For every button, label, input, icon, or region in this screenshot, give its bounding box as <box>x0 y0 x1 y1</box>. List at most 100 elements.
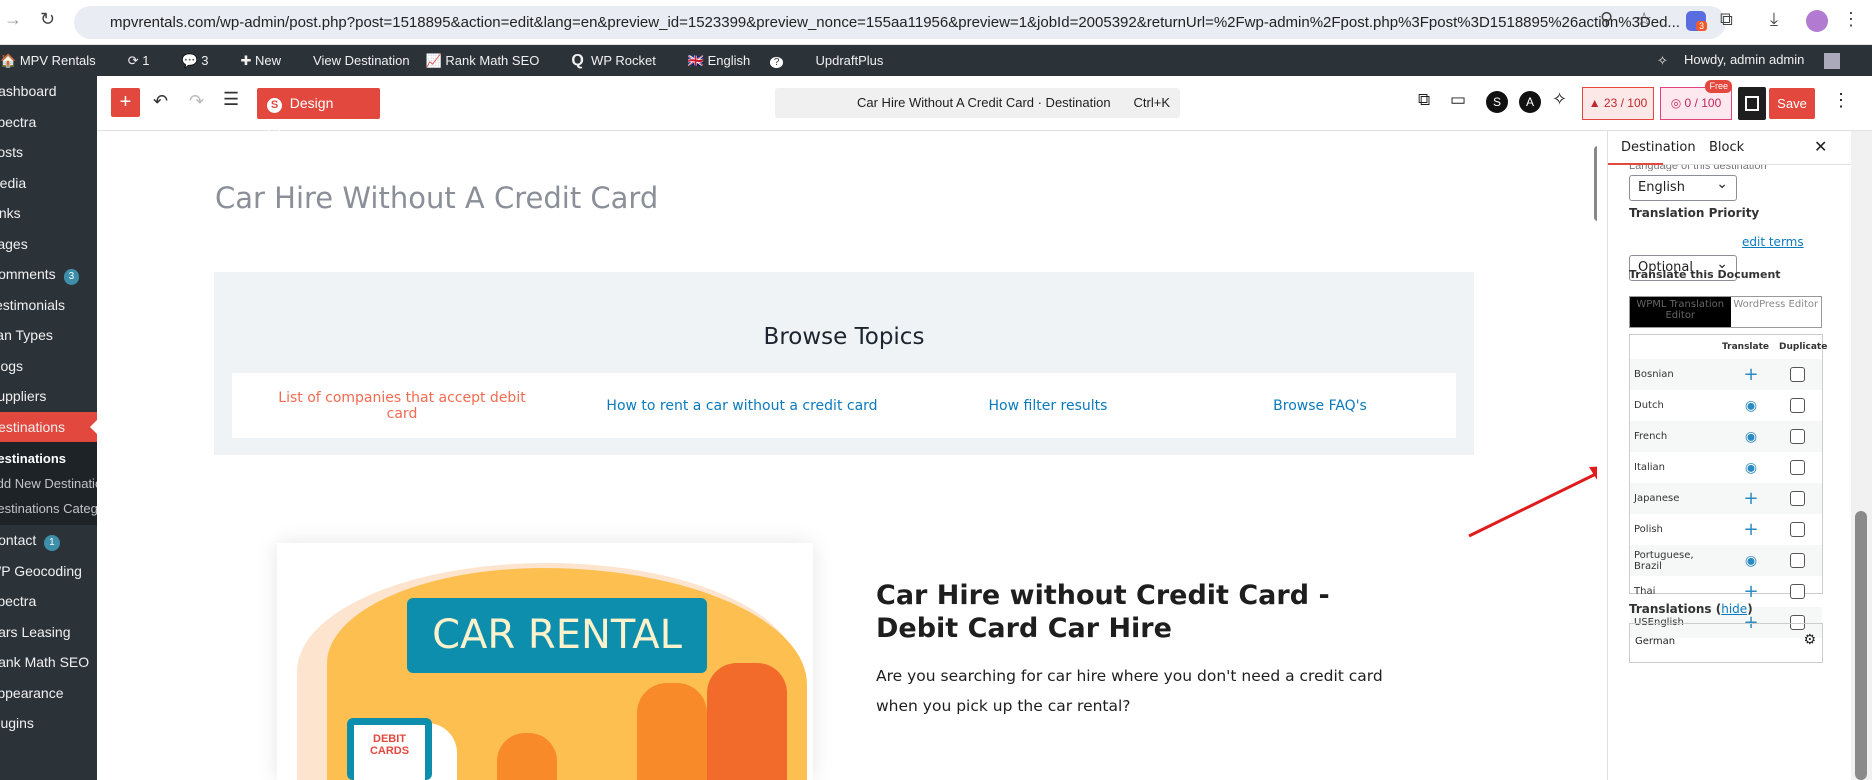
duplicate-checkbox[interactable] <box>1790 491 1805 506</box>
sidebar-item-blogs[interactable]: Blogs <box>0 351 97 382</box>
duplicate-checkbox[interactable] <box>1790 398 1805 413</box>
extension-icon[interactable]: 3 <box>1686 11 1708 31</box>
admin-sidebar: Dashboard Spectra Posts Media Links Pages Comm… <box>0 76 97 780</box>
forward-icon[interactable]: → <box>4 9 22 30</box>
topic-link[interactable]: Browse FAQ's <box>1184 398 1456 414</box>
page-scrollbar[interactable] <box>1851 131 1872 780</box>
eye-icon[interactable]: ◉ <box>1745 398 1757 414</box>
sidebar-item-cars-leasing[interactable]: Cars Leasing <box>0 617 97 648</box>
preview-device-icon[interactable]: ▭ <box>1450 90 1466 110</box>
updraftplus-link[interactable]: UpdraftPlus <box>815 53 883 68</box>
sidebar-item-wp-geocoding[interactable]: WP Geocoding <box>0 556 97 587</box>
sidebar-item-spectra[interactable]: Spectra <box>0 107 97 138</box>
sidebar-item-media[interactable]: Media <box>0 168 97 199</box>
options-icon[interactable]: ⋮ <box>1832 90 1850 111</box>
sidebar-item-appearance[interactable]: Appearance <box>0 678 97 709</box>
add-translation-icon[interactable]: + <box>1743 364 1758 385</box>
language-switcher[interactable]: 🇬🇧 English ? <box>688 53 800 69</box>
language-select[interactable]: English <box>1629 172 1737 201</box>
duplicate-checkbox[interactable] <box>1790 367 1805 382</box>
sidebar-item-destinations[interactable]: Destinations <box>0 411 97 442</box>
save-button[interactable]: Save <box>1769 88 1815 119</box>
eye-icon[interactable]: ◉ <box>1745 460 1757 476</box>
view-post-icon[interactable]: ⧉ <box>1418 90 1430 110</box>
submenu-destinations[interactable]: Destinations <box>0 446 97 471</box>
new-link[interactable]: ✚ New <box>240 53 297 69</box>
sidebar-item-spectra[interactable]: Spectra <box>0 586 97 617</box>
topic-link[interactable]: How filter results <box>912 398 1184 414</box>
tab-block[interactable]: Block <box>1709 140 1744 155</box>
updates-link[interactable]: ⟳ 1 <box>128 53 166 69</box>
duplicate-checkbox[interactable] <box>1790 522 1805 537</box>
comments-link[interactable]: 💬 3 <box>181 53 224 69</box>
canvas-scrollbar[interactable] <box>1594 146 1597 221</box>
download-icon[interactable]: ⤓ <box>1770 9 1778 30</box>
car-rental-image[interactable]: CAR RENTAL DEBIT CARDS <box>277 543 813 780</box>
document-overview-icon[interactable]: ☰ <box>223 89 239 110</box>
sidebar-item-plugins[interactable]: Plugins <box>0 708 97 739</box>
astra-icon[interactable]: A <box>1519 91 1541 113</box>
sidebar-item-label: Van Types <box>0 327 53 343</box>
language-name: Japanese <box>1634 493 1680 504</box>
ai-score-button[interactable]: ◎ 0 / 100 Free <box>1660 80 1732 120</box>
ai-sparkle-icon[interactable]: ✧ <box>1552 89 1567 110</box>
wp-admin-bar: 🏠 MPV Rentals ⟳ 1 💬 3 ✚ New View Destina… <box>0 45 1872 76</box>
close-icon[interactable]: ✕ <box>1814 137 1827 156</box>
undo-icon[interactable]: ↶ <box>153 91 168 112</box>
sidebar-item-posts[interactable]: Posts <box>0 137 97 168</box>
wp-rocket-link[interactable]: Q WP Rocket <box>571 52 671 70</box>
sidebar-item-contact[interactable]: Contact 1 <box>0 525 97 556</box>
zoom-icon[interactable]: ⚲ <box>1600 9 1613 30</box>
add-translation-icon[interactable]: + <box>1743 519 1758 540</box>
site-link[interactable]: 🏠 MPV Rentals <box>0 53 112 69</box>
topic-link[interactable]: How to rent a car without a credit card <box>572 398 912 414</box>
command-center[interactable]: Car Hire Without A Credit Card · Destina… <box>775 88 1180 118</box>
sparkle-icon[interactable]: ✧ <box>1657 53 1668 69</box>
sidebar-item-suppliers[interactable]: Suppliers <box>0 381 97 412</box>
extensions-puzzle-icon[interactable]: ⧉ <box>1720 9 1733 30</box>
sidebar-item-van-types[interactable]: Van Types <box>0 320 97 351</box>
design-library-button[interactable]: S Design Library <box>257 88 380 142</box>
sidebar-item-testimonials[interactable]: Testimonials <box>0 290 97 321</box>
wordpress-editor-option[interactable]: WordPress Editor <box>1731 297 1821 327</box>
post-title[interactable]: Car Hire Without A Credit Card <box>215 181 658 215</box>
sidebar-item-links[interactable]: Links <box>0 198 97 229</box>
add-translation-icon[interactable]: + <box>1743 488 1758 509</box>
wpml-editor-option[interactable]: WPML Translation Editor <box>1630 297 1731 327</box>
duplicate-checkbox[interactable] <box>1790 460 1805 475</box>
add-translation-icon[interactable]: + <box>1743 581 1758 602</box>
duplicate-checkbox[interactable] <box>1790 553 1805 568</box>
section-heading[interactable]: Car Hire without Credit Card - Debit Car… <box>876 579 1346 645</box>
address-bar[interactable]: mpvrentals.com/wp-admin/post.php?post=15… <box>74 6 1726 39</box>
redo-icon[interactable]: ↷ <box>189 91 204 112</box>
settings-sidebar-toggle[interactable] <box>1738 87 1766 120</box>
rankmath-link[interactable]: 📈 Rank Math SEO <box>426 53 556 69</box>
reload-icon[interactable]: ↻ <box>40 9 55 30</box>
menu-icon[interactable]: ⋮ <box>1842 9 1860 30</box>
command-title: Car Hire Without A Credit Card · Destina… <box>857 95 1111 110</box>
hide-link[interactable]: hide <box>1721 602 1747 616</box>
eye-icon[interactable]: ◉ <box>1745 553 1757 569</box>
duplicate-checkbox[interactable] <box>1790 584 1805 599</box>
eye-icon[interactable]: ◉ <box>1745 429 1757 445</box>
tab-destination[interactable]: Destination <box>1621 140 1696 155</box>
sidebar-item-pages[interactable]: Pages <box>0 229 97 260</box>
language-row: Bosnian + <box>1630 359 1822 390</box>
rank-math-score-button[interactable]: ▲ 23 / 100 <box>1582 87 1654 120</box>
submenu-add-new-destination[interactable]: Add New Destination <box>0 471 97 496</box>
profile-avatar[interactable] <box>1806 10 1828 32</box>
sidebar-item-rank-math-seo[interactable]: Rank Math SEO <box>0 647 97 678</box>
gear-icon[interactable]: ⚙ <box>1803 632 1816 648</box>
submenu-destinations-categories[interactable]: Destinations Categories <box>0 496 97 521</box>
sidebar-item-comments[interactable]: Comments 3 <box>0 259 97 290</box>
section-paragraph[interactable]: Are you searching for car hire where you… <box>876 661 1396 721</box>
sidebar-item-dashboard[interactable]: Dashboard <box>0 76 97 107</box>
add-block-button[interactable]: + <box>111 88 140 117</box>
bookmark-star-icon[interactable]: ☆ <box>1636 9 1652 30</box>
spectra-toolbar-icon[interactable]: S <box>1486 91 1508 113</box>
edit-terms-link[interactable]: edit terms <box>1742 235 1804 249</box>
howdy-account[interactable]: Howdy, admin admin <box>1684 52 1856 69</box>
view-destination-link[interactable]: View Destination <box>313 53 410 68</box>
topic-link[interactable]: List of companies that accept debit card <box>232 390 572 422</box>
duplicate-checkbox[interactable] <box>1790 429 1805 444</box>
